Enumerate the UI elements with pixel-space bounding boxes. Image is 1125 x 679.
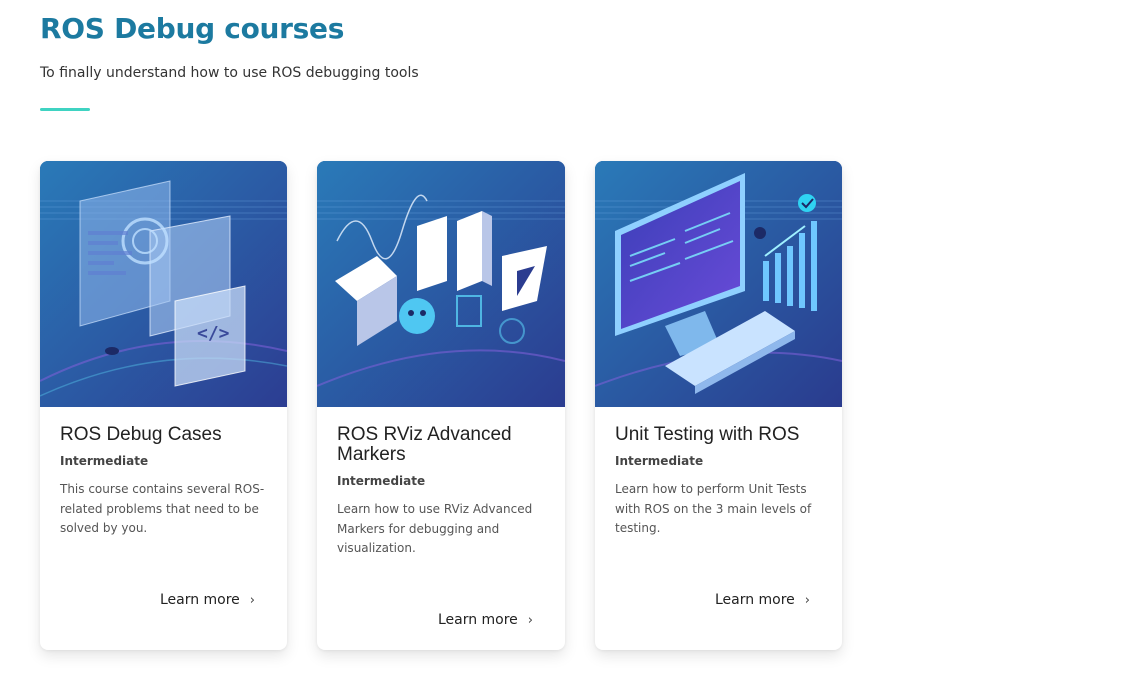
card-description: Learn how to perform Unit Tests with ROS… bbox=[615, 482, 812, 535]
card-body: ROS Debug Cases Intermediate This course… bbox=[60, 425, 267, 539]
card-title: Unit Testing with ROS bbox=[615, 424, 800, 445]
accent-divider bbox=[40, 108, 90, 111]
chevron-right-icon: › bbox=[527, 613, 533, 628]
card-body: Unit Testing with ROS Intermediate Learn… bbox=[615, 425, 822, 539]
learn-more-label: Learn more bbox=[437, 612, 518, 628]
chevron-right-icon: › bbox=[804, 593, 810, 608]
learn-more-label: Learn more bbox=[714, 592, 795, 608]
course-card-unit-testing[interactable]: Unit Testing with ROS Intermediate Learn… bbox=[595, 161, 842, 650]
learn-more-label: Learn more bbox=[159, 592, 240, 608]
chevron-right-icon: › bbox=[249, 593, 255, 608]
monitor-keyboard-illustration-icon bbox=[595, 161, 842, 407]
card-description: This course contains several ROS-related… bbox=[60, 482, 265, 535]
card-description: Learn how to use RViz Advanced Markers f… bbox=[337, 502, 533, 555]
card-title: ROS RViz Advanced Markers bbox=[337, 424, 512, 465]
learn-more-link[interactable]: Learn more › bbox=[715, 592, 810, 608]
page-subtitle: To finally understand how to use ROS deb… bbox=[40, 65, 419, 81]
learn-more-link[interactable]: Learn more › bbox=[438, 612, 533, 628]
card-level: Intermediate bbox=[337, 474, 426, 488]
card-level: Intermediate bbox=[60, 454, 149, 468]
course-card-ros-debug-cases[interactable]: </> ROS Debug Cases Intermediate This co… bbox=[40, 161, 287, 650]
svg-text:</>: </> bbox=[197, 323, 230, 344]
page-title: ROS Debug courses bbox=[40, 12, 345, 45]
debug-windows-illustration-icon: </> bbox=[40, 161, 287, 407]
card-level: Intermediate bbox=[615, 454, 704, 468]
course-card-rviz-advanced-markers[interactable]: ROS RViz Advanced Markers Intermediate L… bbox=[317, 161, 565, 650]
learn-more-link[interactable]: Learn more › bbox=[160, 592, 255, 608]
rviz-letters-illustration-icon bbox=[317, 161, 565, 407]
card-body: ROS RViz Advanced Markers Intermediate L… bbox=[337, 425, 545, 559]
card-title: ROS Debug Cases bbox=[60, 424, 222, 445]
